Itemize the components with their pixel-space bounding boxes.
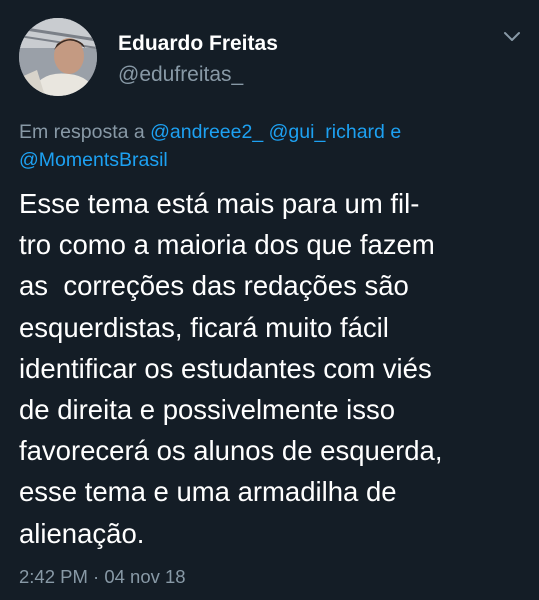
mention-gui-richard[interactable]: @gui_richard bbox=[269, 121, 385, 143]
display-name[interactable]: Eduardo Freitas bbox=[118, 32, 278, 56]
tweet-text-line: favorecerá os alunos de esquerda, bbox=[19, 435, 443, 467]
avatar[interactable] bbox=[19, 18, 97, 96]
reply-conjunction: e bbox=[384, 121, 402, 143]
tweet-text-line: alienação. bbox=[19, 517, 145, 549]
reply-prefix: Em resposta a bbox=[19, 121, 151, 143]
tweet-text-line: esse tema e uma armadilha de bbox=[19, 476, 397, 508]
chevron-down-icon[interactable] bbox=[502, 30, 522, 44]
tweet-text-line: Esse tema está mais para um fil- bbox=[19, 188, 420, 219]
reply-context: Em resposta a @andreee2_ @gui_richard e … bbox=[19, 118, 519, 174]
tweet-text-line: as correções das redações são bbox=[19, 270, 409, 302]
mention-andreee2[interactable]: @andreee2_ bbox=[150, 121, 263, 143]
mention-momentsbrasil[interactable]: @MomentsBrasil bbox=[19, 149, 168, 171]
tweet-text-line: tro como a maioria dos que fazem bbox=[19, 229, 435, 261]
tweet-card: Eduardo Freitas @edufreitas_ Em resposta… bbox=[0, 0, 539, 600]
tweet-text-line: de direita e possivelmente isso bbox=[19, 394, 396, 426]
tweet-timestamp[interactable]: 2:42 PM · 04 nov 18 bbox=[19, 566, 186, 588]
tweet-text-line: esquerdistas, ficará muito fácil bbox=[19, 311, 389, 343]
tweet-text: Esse tema está mais para um fil- tro com… bbox=[19, 183, 534, 554]
tweet-text-line: identificar os estudantes com viés bbox=[19, 352, 432, 384]
username-handle[interactable]: @edufreitas_ bbox=[118, 63, 243, 87]
